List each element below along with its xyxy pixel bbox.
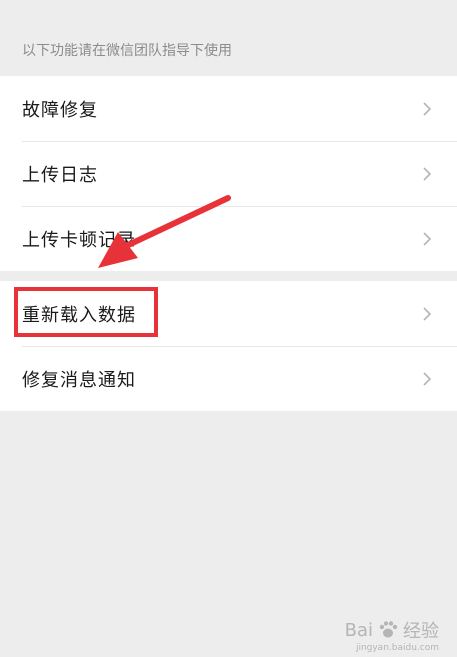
row-label: 上传日志 bbox=[22, 164, 98, 186]
row-label: 重新载入数据 bbox=[22, 304, 136, 326]
chevron-right-icon bbox=[419, 306, 435, 322]
row-upload-log[interactable]: 上传日志 bbox=[0, 141, 457, 206]
section-hint: 以下功能请在微信团队指导下使用 bbox=[22, 43, 232, 59]
row-fault-repair[interactable]: 故障修复 bbox=[0, 76, 457, 141]
paw-logo-icon bbox=[379, 621, 398, 638]
top-strip bbox=[0, 0, 457, 24]
watermark: Bai 经验 jingyan.baidu.com bbox=[344, 617, 439, 654]
settings-group-2: 重新载入数据 修复消息通知 bbox=[0, 281, 457, 411]
row-upload-lag-record[interactable]: 上传卡顿记录 bbox=[0, 206, 457, 271]
watermark-brand: Bai bbox=[344, 619, 373, 641]
watermark-brand2: 经验 bbox=[403, 621, 439, 642]
settings-page: 以下功能请在微信团队指导下使用 故障修复 上传日志 上传卡顿记录 重新载入数据 bbox=[0, 0, 457, 657]
watermark-sub: jingyan.baidu.com bbox=[355, 643, 439, 653]
chevron-right-icon bbox=[419, 371, 435, 387]
chevron-right-icon bbox=[419, 166, 435, 182]
chevron-right-icon bbox=[419, 231, 435, 247]
row-label: 修复消息通知 bbox=[22, 369, 136, 391]
row-label: 故障修复 bbox=[22, 99, 98, 121]
chevron-right-icon bbox=[419, 101, 435, 117]
row-reload-data[interactable]: 重新载入数据 bbox=[0, 281, 457, 346]
row-repair-notification[interactable]: 修复消息通知 bbox=[0, 346, 457, 411]
group-gap bbox=[0, 271, 457, 281]
row-label: 上传卡顿记录 bbox=[22, 229, 136, 251]
settings-group-1: 故障修复 上传日志 上传卡顿记录 bbox=[0, 76, 457, 271]
